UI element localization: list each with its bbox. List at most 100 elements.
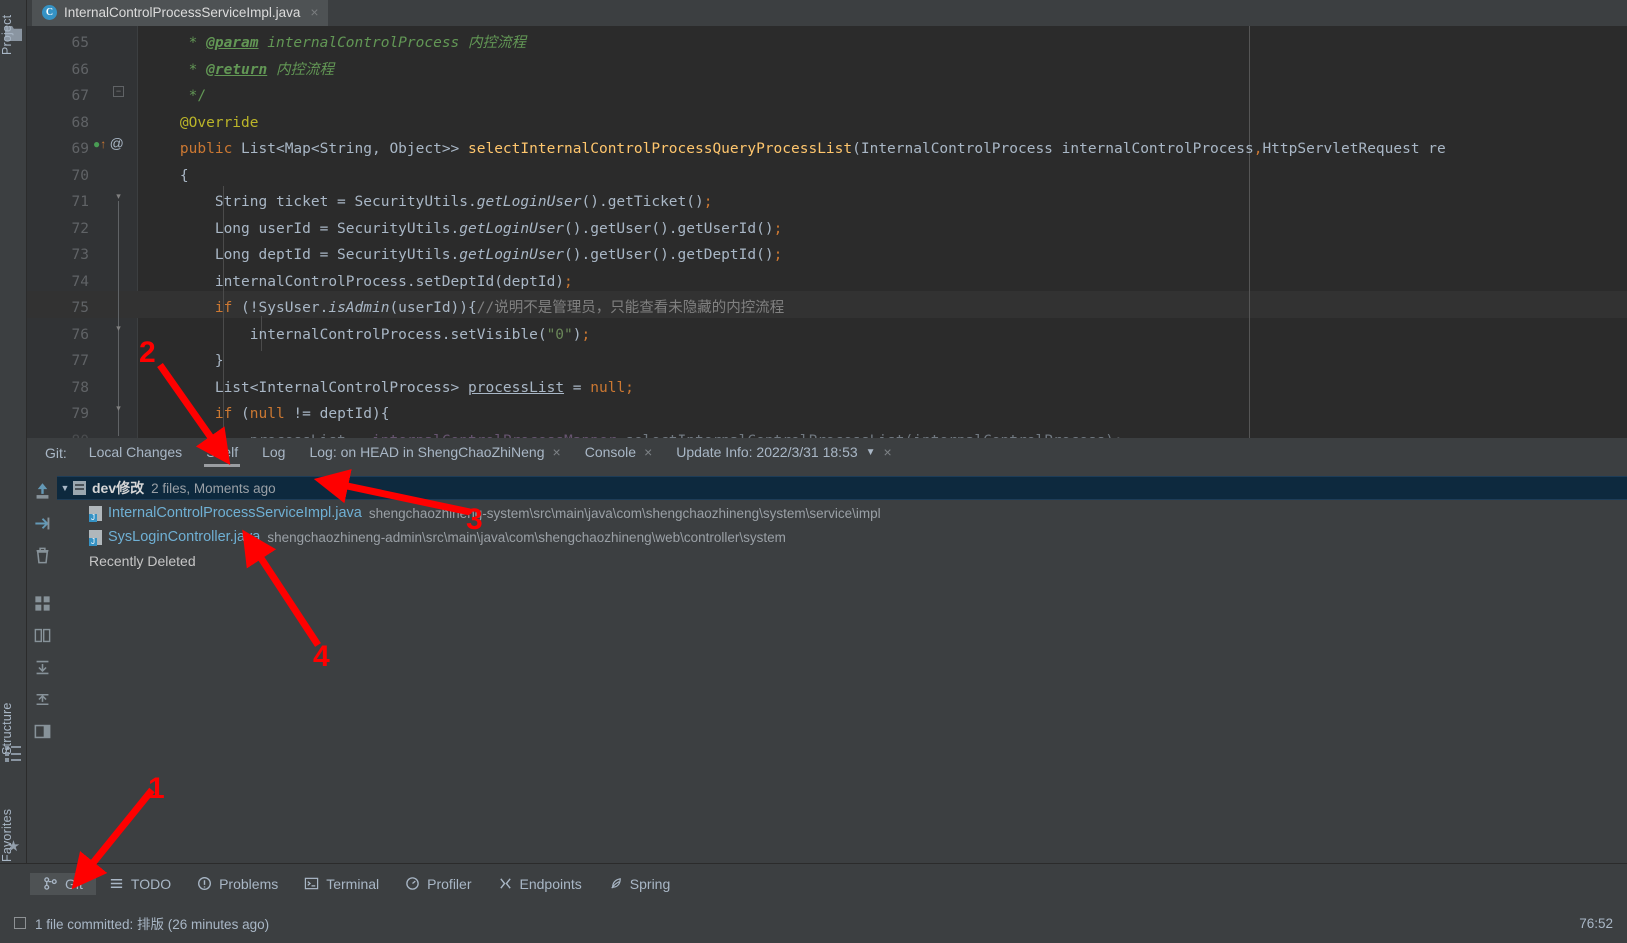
code-lines[interactable]: 65 * @param internalControlProcess 内控流程 6… [27,26,1627,438]
preview-icon[interactable] [33,722,52,741]
ide-window: Project Structure Favorites ★ C Internal… [0,0,1627,943]
close-icon[interactable]: × [884,444,892,460]
git-tab-label: Shelf [206,444,239,460]
git-branch-icon [43,876,58,891]
code-line: 65 * @param internalControlProcess 内控流程 [27,30,1627,57]
code-text: @Override [145,114,259,131]
code-line: 72 Long userId = SecurityUtils.getLoginU… [27,216,1627,243]
line-number: 68 [71,114,89,131]
shelved-file-row[interactable]: SysLoginController.java shengchaozhineng… [57,525,1627,549]
code-line: 69 public List<Map<String, Object>> sele… [27,136,1627,163]
line-number: 66 [71,61,89,78]
shelved-file-row[interactable]: InternalControlProcessServiceImpl.java s… [57,501,1627,525]
status-icon [14,917,26,929]
caret-position[interactable]: 76:52 [1579,916,1613,931]
chevron-down-icon[interactable]: ▼ [866,447,876,458]
code-text: if (!SysUser.isAdmin(userId)){//说明不是管理员，… [214,300,785,316]
code-text: } [145,353,224,369]
git-tab-bar[interactable]: Git: Local Changes Shelf Log Log: on HEAD i… [27,438,1627,468]
bottom-tab-terminal[interactable]: Terminal [291,873,392,895]
code-text: * @return 内控流程 [145,61,334,78]
code-line: 73 Long deptId = SecurityUtils.getLoginU… [27,242,1627,269]
spring-leaf-icon [608,876,623,891]
bottom-tab-profiler[interactable]: Profiler [392,873,484,895]
shelf-tree[interactable]: ▼ dev修改 2 files, Moments ago InternalCon… [57,468,1627,863]
code-line: 70 { [27,163,1627,190]
code-line: 76 internalControlProcess.setVisible("0"… [27,322,1627,349]
git-tab-log[interactable]: Log [250,438,297,468]
editor-tab[interactable]: C InternalControlProcessServiceImpl.java… [32,0,328,26]
chevron-down-icon[interactable]: ▼ [57,483,73,493]
code-text: * @param internalControlProcess 内控流程 [145,35,527,51]
group-by-icon[interactable] [33,594,52,613]
bottom-tab-label: Problems [219,875,279,892]
editor-tab-label: InternalControlProcessServiceImpl.java [64,4,301,20]
code-line: 74 internalControlProcess.setDeptId(dept… [27,269,1627,296]
profiler-icon [405,876,420,891]
bottom-tab-label: Git [65,875,83,892]
code-text: if (null != deptId){ [214,406,390,422]
line-number: 79 [71,406,89,422]
code-line: 68 @Override [27,110,1627,137]
git-toolbar[interactable] [27,468,57,863]
code-editor[interactable]: − ▾ ▾ ▾ ●↑ @ 65 * @param internalControl… [27,26,1627,438]
close-icon[interactable]: × [307,5,318,19]
code-text: Long userId = SecurityUtils.getLoginUser… [145,220,783,237]
git-tab-update-info-2022-3-31-18-53[interactable]: Update Info: 2022/3/31 18:53 ▼ × [664,438,903,468]
delete-icon[interactable] [33,546,52,565]
code-line: 77 } [27,348,1627,375]
git-tab-log-on-head-in-shengchaozhineng[interactable]: Log: on HEAD in ShengChaoZhiNeng × [297,438,572,468]
collapse-all-icon[interactable] [33,690,52,709]
recently-deleted-row[interactable]: Recently Deleted [57,549,1627,573]
line-number: 72 [71,220,89,237]
close-icon[interactable]: × [644,444,652,460]
terminal-icon [304,876,319,891]
line-number: 80 [27,428,89,439]
bottom-tab-endpoints[interactable]: Endpoints [485,873,595,895]
code-line: 75 if (!SysUser.isAdmin(userId)){//说明不是管… [27,295,1627,322]
bottom-tab-problems[interactable]: Problems [184,873,291,895]
git-tab-local-changes[interactable]: Local Changes [77,438,194,468]
bottom-tab-git[interactable]: Git [30,872,96,895]
code-text: internalControlProcess.setVisible("0"); [145,326,591,343]
git-tab-label: Log: on HEAD in ShengChaoZhiNeng [309,444,545,460]
shelf-icon [73,481,86,495]
shelved-changelist-row[interactable]: ▼ dev修改 2 files, Moments ago [57,476,1627,500]
status-bar: 1 file committed: 排版 (26 minutes ago) 76… [0,903,1627,943]
line-number: 77 [71,353,89,369]
line-number: 65 [71,35,89,51]
status-message: 1 file committed: 排版 (26 minutes ago) [35,917,270,932]
git-tab-label: Console [584,444,637,460]
git-tab-shelf[interactable]: Shelf [194,438,250,468]
unshelve-silently-icon[interactable] [33,514,52,533]
bottom-tab-spring[interactable]: Spring [595,873,683,895]
unshelve-icon[interactable] [33,482,52,501]
structure-icon[interactable] [5,745,22,762]
line-number: 74 [71,273,89,290]
line-number: 75 [71,300,89,316]
changelist-meta: 2 files, Moments ago [151,480,276,496]
bottom-tab-todo[interactable]: TODO [96,873,184,895]
git-tab-label: Update Info: 2022/3/31 18:53 [676,444,858,460]
compare-icon[interactable] [33,626,52,645]
endpoints-icon [498,876,513,891]
bottom-tool-bar[interactable]: Git TODO Problems Terminal Profiler Endpoints… [0,863,1627,903]
java-class-icon: C [42,4,57,20]
code-text: internalControlProcess.setDeptId(deptId)… [145,273,573,290]
annotation-number-2: 2 [139,336,156,369]
annotation-number-3: 3 [466,503,483,536]
star-icon[interactable]: ★ [5,838,22,855]
bottom-tab-label: Profiler [427,875,472,892]
bottom-tab-label: Endpoints [519,875,582,892]
line-number: 67 [71,88,89,104]
code-line: 66 * @return 内控流程 [27,57,1627,84]
code-line: 80 processList = internalControlProcessM… [27,428,1627,439]
code-text: */ [145,88,207,104]
git-tab-label: Log [262,444,286,460]
expand-all-icon[interactable] [33,658,52,677]
bottom-tab-label: Terminal [326,875,380,892]
left-tool-strip: Project Structure Favorites ★ [0,0,27,903]
line-number: 71 [71,194,89,210]
git-tab-console[interactable]: Console × [573,438,665,468]
close-icon[interactable]: × [553,444,561,460]
